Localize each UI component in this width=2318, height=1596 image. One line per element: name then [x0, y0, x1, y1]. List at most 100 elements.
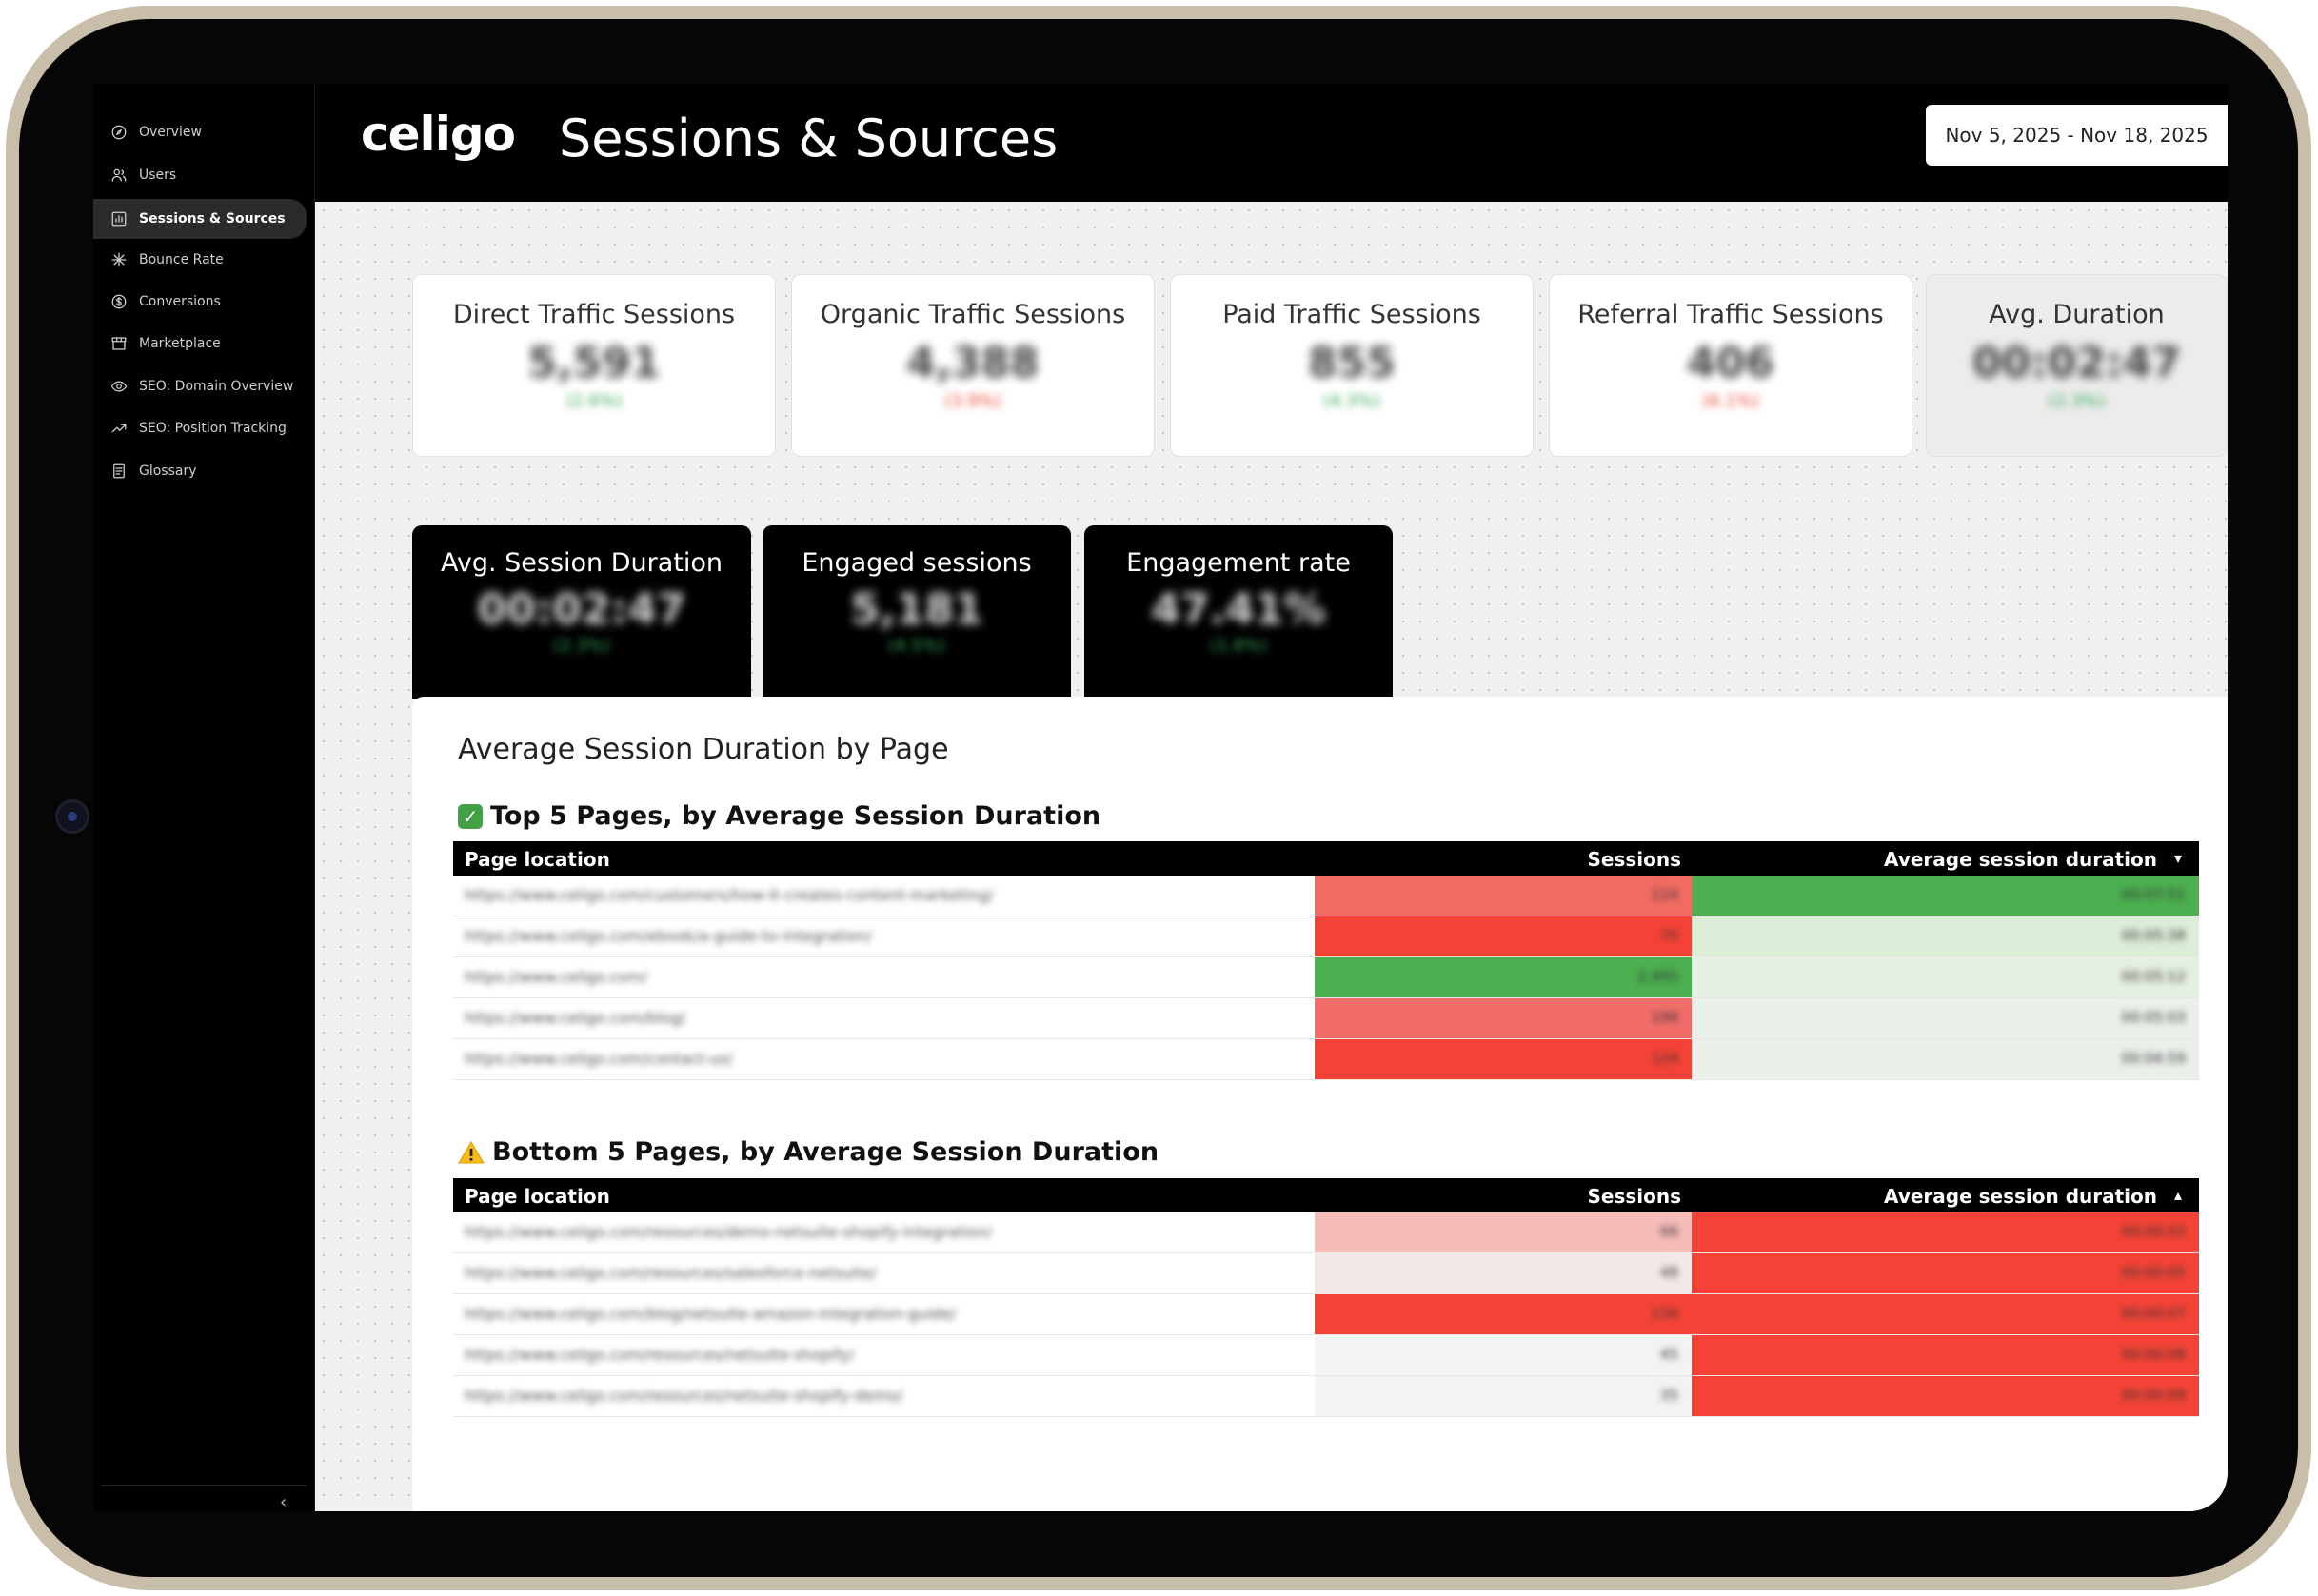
- sessions-value: 70: [1659, 927, 1678, 944]
- duration-value: 00:00:05: [2121, 1264, 2186, 1281]
- duration-value: 00:00:07: [2121, 1305, 2186, 1322]
- panel-title: Average Session Duration by Page: [458, 733, 949, 766]
- kpi-delta: (2.6%): [565, 391, 623, 411]
- store-icon: [109, 333, 129, 354]
- sidebar-item-users[interactable]: Users: [93, 155, 307, 195]
- celigo-logo[interactable]: celigo: [361, 107, 516, 162]
- table-row[interactable]: https://www.celigo.com/resources/netsuit…: [453, 1335, 2199, 1376]
- scorecard-value: 00:02:47: [477, 585, 686, 634]
- bottom-pages-table: Page location Sessions Average session dur…: [453, 1178, 2199, 1417]
- duration-value: 00:05:12: [2121, 968, 2186, 985]
- sessions-cell: 70: [1315, 916, 1692, 956]
- scorecard-title: Avg. Session Duration: [440, 548, 723, 578]
- sessions-value: 198: [1651, 1009, 1678, 1026]
- sessions-value: 35: [1659, 1387, 1678, 1404]
- document-icon: [109, 461, 129, 482]
- table-row[interactable]: https://www.celigo.com/resources/demo-ne…: [453, 1212, 2199, 1253]
- page-location: https://www.celigo.com/resources/salesfo…: [465, 1264, 877, 1282]
- kpi-value: 4,388: [906, 339, 1040, 387]
- top-pages-title-text: Top 5 Pages, by Average Session Duration: [490, 801, 1101, 831]
- dashboard-content: Direct Traffic Sessions 5,591 (2.6%) Organi…: [315, 202, 2228, 1511]
- column-header-page-location[interactable]: Page location: [465, 1185, 610, 1208]
- kpi-delta: (4.3%): [1323, 391, 1380, 411]
- warning-icon: [458, 1140, 485, 1163]
- kpi-title: Paid Traffic Sessions: [1222, 300, 1481, 329]
- column-header-page-location[interactable]: Page location: [465, 848, 610, 871]
- page-location: https://www.celigo.com/: [465, 968, 648, 986]
- sessions-value: 48: [1659, 1264, 1678, 1281]
- kpi-card: Organic Traffic Sessions 4,388 (3.9%): [791, 274, 1155, 457]
- scorecard: Avg. Session Duration 00:02:47 (2.3%): [412, 525, 751, 699]
- sidebar-item-label: Bounce Rate: [139, 252, 224, 267]
- sidebar-item-conversions[interactable]: Conversions: [93, 282, 307, 322]
- sidebar-item-seo-domain-overview[interactable]: SEO: Domain Overview: [93, 366, 307, 406]
- table-row[interactable]: https://www.celigo.com/blog/netsuite-ama…: [453, 1294, 2199, 1335]
- page-location-cell: https://www.celigo.com/resources/salesfo…: [453, 1253, 1315, 1293]
- sidebar-item-marketplace[interactable]: Marketplace: [93, 324, 307, 364]
- page-location-cell: https://www.celigo.com/blog/: [453, 998, 1315, 1038]
- duration-value: 00:00:08: [2121, 1346, 2186, 1363]
- sessions-cell: 66: [1315, 1212, 1692, 1252]
- page-location: https://www.celigo.com/blog/netsuite-ama…: [465, 1305, 957, 1323]
- sidebar-item-label: Users: [139, 167, 177, 183]
- column-header-sessions[interactable]: Sessions: [1587, 848, 1681, 871]
- bottom-pages-title-text: Bottom 5 Pages, by Average Session Durat…: [492, 1137, 1159, 1167]
- table-row[interactable]: https://www.celigo.com/customers/how-it-…: [453, 876, 2199, 916]
- sidebar-item-label: Conversions: [139, 294, 221, 309]
- date-range-picker[interactable]: Nov 5, 2025 - Nov 18, 2025: [1926, 105, 2228, 166]
- sessions-value: 2,495: [1637, 968, 1678, 985]
- sessions-value: 124: [1651, 886, 1678, 903]
- duration-value: 00:05:38: [2121, 927, 2186, 944]
- top-pages-title: ✓ Top 5 Pages, by Average Session Durati…: [458, 801, 1100, 831]
- table-row[interactable]: https://www.celigo.com/resources/netsuit…: [453, 1376, 2199, 1417]
- scorecard-title: Engagement rate: [1126, 548, 1351, 578]
- sidebar-item-overview[interactable]: Overview: [93, 112, 307, 152]
- kpi-title: Organic Traffic Sessions: [820, 300, 1126, 329]
- camera-icon: [55, 799, 89, 834]
- sidebar-item-glossary[interactable]: Glossary: [93, 451, 307, 491]
- table-row[interactable]: https://www.celigo.com/2,495 00:05:12: [453, 957, 2199, 998]
- sidebar-item-label: Marketplace: [139, 336, 221, 351]
- scorecard-value: 47.41%: [1151, 585, 1326, 634]
- page-location-cell: https://www.celigo.com/: [453, 957, 1315, 997]
- page-location-cell: https://www.celigo.com/customers/how-it-…: [453, 876, 1315, 916]
- compass-icon: [109, 122, 129, 143]
- sidebar-item-label: Sessions & Sources: [139, 211, 286, 227]
- scorecard: Engagement rate 47.41% (1.8%): [1084, 525, 1393, 699]
- table-row[interactable]: https://www.celigo.com/resources/salesfo…: [453, 1253, 2199, 1294]
- page-location: https://www.celigo.com/customers/how-it-…: [465, 886, 994, 904]
- collapse-sidebar-icon[interactable]: ‹: [280, 1492, 287, 1511]
- duration-cell: 00:00:07: [1692, 1294, 2199, 1334]
- sort-icon[interactable]: ▾: [2174, 849, 2182, 867]
- page-location-cell: https://www.celigo.com/resources/netsuit…: [453, 1376, 1315, 1416]
- sessions-cell: 124: [1315, 1039, 1692, 1079]
- users-icon: [109, 165, 129, 186]
- duration-value: 00:05:03: [2121, 1009, 2186, 1026]
- sessions-cell: 124: [1315, 876, 1692, 916]
- column-header-avg-duration[interactable]: Average session duration: [1884, 848, 2157, 871]
- duration-cell: 00:05:12: [1692, 957, 2199, 997]
- kpi-card: Paid Traffic Sessions 855 (4.3%): [1170, 274, 1534, 457]
- kpi-delta: (2.3%): [2048, 391, 2106, 411]
- scorecard-delta: (4.5%): [888, 636, 945, 656]
- table-row[interactable]: https://www.celigo.com/ebook/a-guide-to-…: [453, 916, 2199, 957]
- sidebar-item-sessions-sources[interactable]: Sessions & Sources: [93, 199, 307, 239]
- table-row[interactable]: https://www.celigo.com/blog/198 00:05:03: [453, 998, 2199, 1039]
- kpi-delta: (3.9%): [944, 391, 1001, 411]
- table-row[interactable]: https://www.celigo.com/contact-us/124 00:…: [453, 1039, 2199, 1080]
- duration-cell: 00:00:03: [1692, 1212, 2199, 1252]
- duration-cell: 00:00:09: [1692, 1376, 2199, 1416]
- sidebar-item-seo-position-tracking[interactable]: SEO: Position Tracking: [93, 408, 307, 448]
- sidebar-item-bounce-rate[interactable]: Bounce Rate: [93, 240, 307, 280]
- sessions-cell: 2,495: [1315, 957, 1692, 997]
- table-header: Page location Sessions Average session dur…: [453, 1178, 2199, 1212]
- duration-cell: 00:00:05: [1692, 1253, 2199, 1293]
- sessions-value: 134: [1651, 1305, 1678, 1322]
- duration-value: 00:07:51: [2121, 886, 2186, 903]
- kpi-value: 00:02:47: [1972, 339, 2181, 387]
- header: celigo Sessions & Sources Nov 5, 2025 - …: [315, 84, 2228, 202]
- column-header-sessions[interactable]: Sessions: [1587, 1185, 1681, 1208]
- sort-icon[interactable]: ▴: [2174, 1186, 2182, 1204]
- page-location-cell: https://www.celigo.com/ebook/a-guide-to-…: [453, 916, 1315, 956]
- column-header-avg-duration[interactable]: Average session duration: [1884, 1185, 2157, 1208]
